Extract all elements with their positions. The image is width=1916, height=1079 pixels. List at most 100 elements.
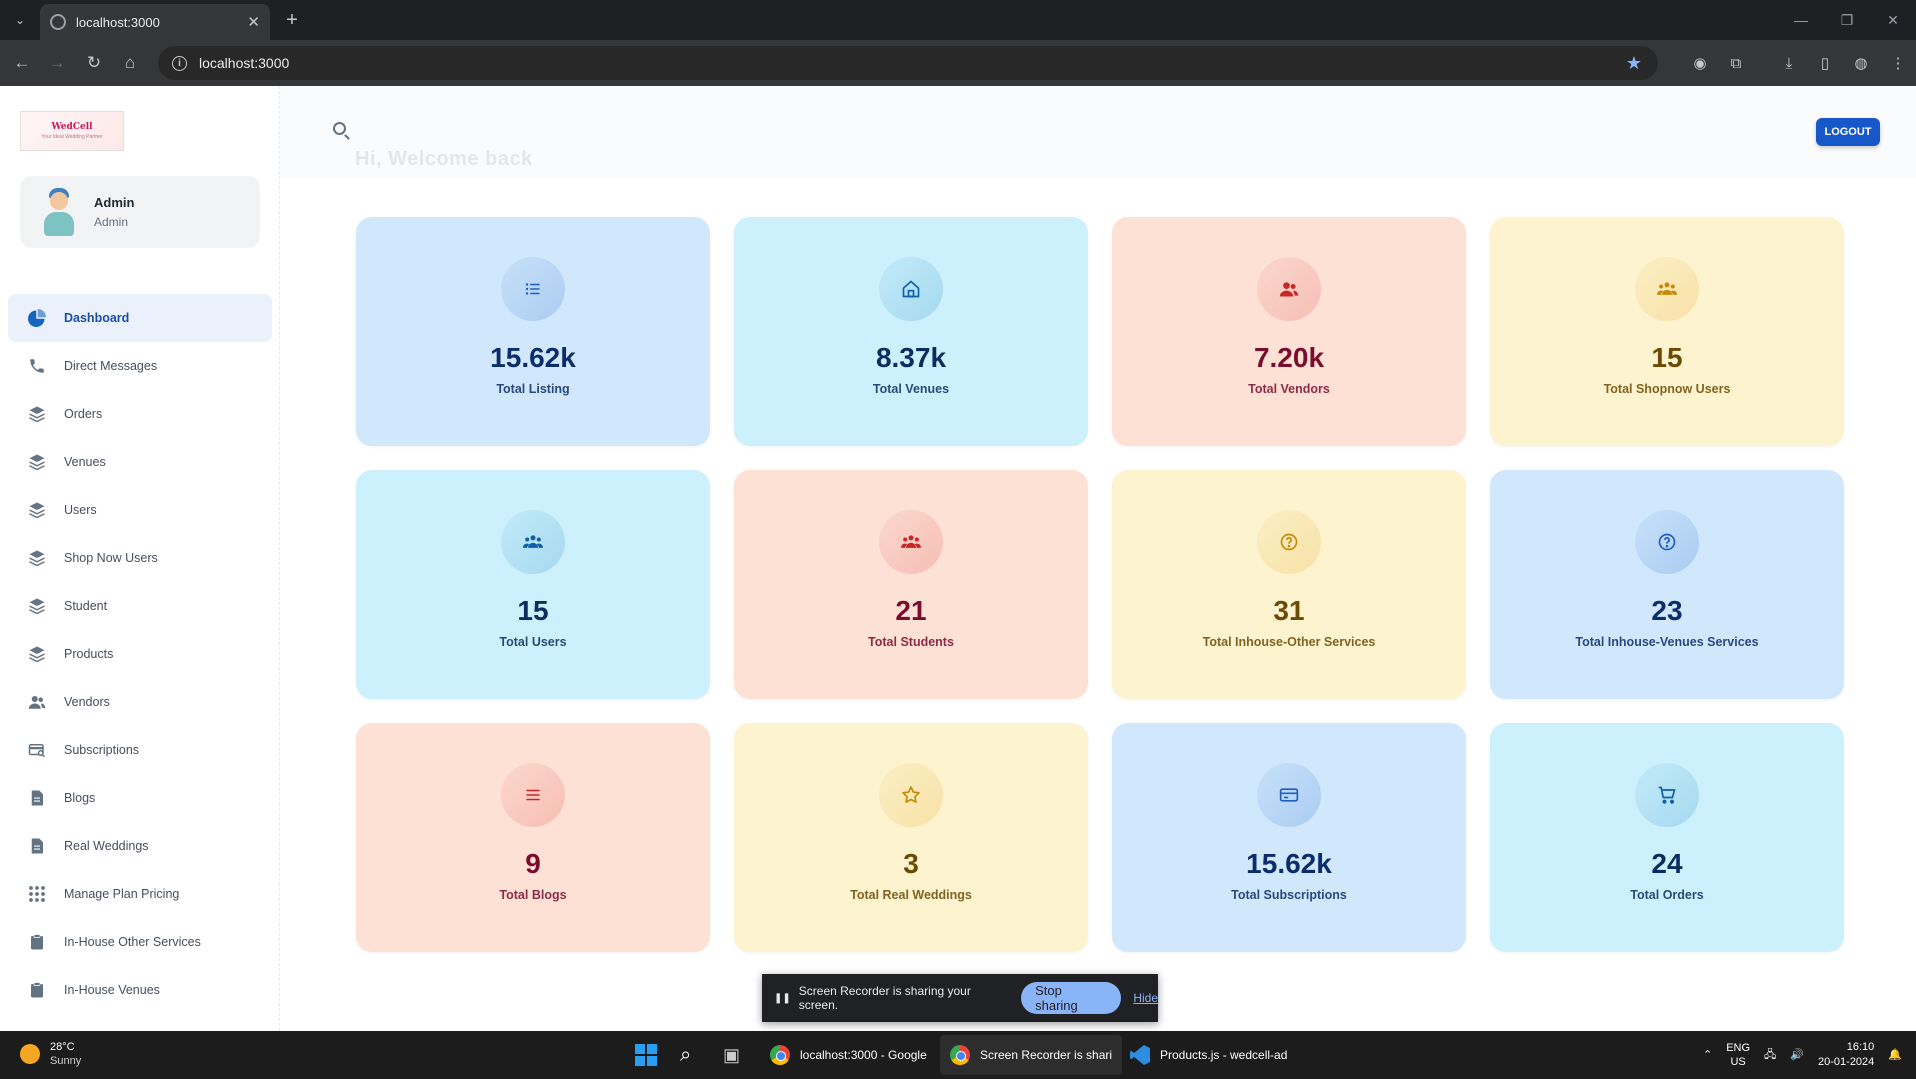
sidebar-item-label: Subscriptions: [64, 743, 140, 757]
window-controls: — ❐ ✕: [1778, 0, 1916, 40]
sidebar-item-users[interactable]: Users: [8, 486, 272, 534]
network-icon[interactable]: 🖧: [1764, 1048, 1776, 1062]
stop-sharing-button[interactable]: Stop sharing: [1021, 982, 1122, 1014]
sidebar-item-label: Dashboard: [64, 311, 130, 325]
sidebar-item-label: Blogs: [64, 791, 96, 805]
sidebar-item-label: Venues: [64, 455, 106, 469]
hide-link[interactable]: Hide: [1133, 991, 1158, 1005]
sidebar-item-label: Manage Plan Pricing: [64, 887, 180, 901]
stat-card-total-venues[interactable]: 8.37k Total Venues: [734, 217, 1088, 446]
question-icon: [1257, 510, 1321, 574]
restore-icon[interactable]: ❐: [1824, 0, 1870, 40]
stat-card-total-blogs[interactable]: 9 Total Blogs: [356, 723, 710, 952]
taskbar-search-icon[interactable]: ⌕: [680, 1039, 691, 1071]
taskbar-app-label: localhost:3000 - Google: [800, 1048, 927, 1062]
taskbar-app-chrome-localhost[interactable]: localhost:3000 - Google: [760, 1035, 937, 1075]
bookmark-star-icon[interactable]: ★: [1626, 53, 1642, 74]
tab-title: localhost:3000: [76, 14, 160, 30]
stat-label: Total Inhouse-Other Services: [1202, 635, 1376, 649]
side-panel-icon[interactable]: ▯: [1813, 51, 1837, 75]
back-arrow-icon[interactable]: ←: [10, 51, 34, 75]
stat-card-total-students[interactable]: 21 Total Students: [734, 470, 1088, 699]
address-bar[interactable]: i localhost:3000 ★: [158, 46, 1658, 80]
minimize-icon[interactable]: —: [1778, 0, 1824, 40]
kebab-menu-icon[interactable]: ⋮: [1886, 51, 1910, 75]
stat-card-total-vendors[interactable]: 7.20k Total Vendors: [1112, 217, 1466, 446]
stat-card-total-orders[interactable]: 24 Total Orders: [1490, 723, 1844, 952]
profile-avatar-icon[interactable]: ◍: [1849, 51, 1873, 75]
site-info-icon[interactable]: i: [172, 55, 187, 71]
sidebar-item-direct-messages[interactable]: Direct Messages: [8, 342, 272, 390]
sidebar-item-orders[interactable]: Orders: [8, 390, 272, 438]
sidebar-item-real-weddings[interactable]: Real Weddings: [8, 822, 272, 870]
stats-grid: 15.62k Total Listing 8.37k Total Venues …: [356, 217, 1844, 952]
tray-overflow-chevron-icon[interactable]: ⌃: [1703, 1048, 1712, 1062]
sidebar-item-student[interactable]: Student: [8, 582, 272, 630]
window-close-icon[interactable]: ✕: [1870, 0, 1916, 40]
forward-arrow-icon[interactable]: →: [45, 51, 69, 75]
start-button[interactable]: [635, 1039, 657, 1071]
sidebar-item-manage-plan-pricing[interactable]: Manage Plan Pricing: [8, 870, 272, 918]
sidebar-item-products[interactable]: Products: [8, 630, 272, 678]
stat-card-total-subscriptions[interactable]: 15.62k Total Subscriptions: [1112, 723, 1466, 952]
question-icon: [1635, 510, 1699, 574]
stat-card-total-users[interactable]: 15 Total Users: [356, 470, 710, 699]
home-icon[interactable]: ⌂: [118, 51, 142, 75]
sidebar-item-vendors[interactable]: Vendors: [8, 678, 272, 726]
tab-close-icon[interactable]: ✕: [247, 13, 260, 31]
stat-card-total-listing[interactable]: 15.62k Total Listing: [356, 217, 710, 446]
volume-icon[interactable]: 🔊: [1790, 1048, 1804, 1062]
sidebar-menu: Dashboard Direct Messages Orders Venues: [8, 294, 272, 1014]
home-icon: [879, 257, 943, 321]
sidebar-item-venues[interactable]: Venues: [8, 438, 272, 486]
download-icon[interactable]: ⤓: [1777, 51, 1801, 75]
stat-label: Total Subscriptions: [1231, 888, 1347, 902]
stat-value: 15.62k: [1246, 848, 1332, 879]
weather-widget[interactable]: 28°C Sunny: [20, 1041, 81, 1067]
tab-search-chevron-icon[interactable]: ⌄: [8, 8, 32, 32]
stat-card-total-shopnow-users[interactable]: 15 Total Shopnow Users: [1490, 217, 1844, 446]
sidebar-item-label: In-House Venues: [64, 983, 160, 997]
logo-text: WedCell: [51, 122, 93, 132]
search-icon[interactable]: [327, 116, 351, 140]
taskbar-app-vscode[interactable]: Products.js - wedcell-ad: [1120, 1035, 1297, 1075]
vscode-icon: [1130, 1045, 1150, 1065]
language-bottom: US: [1730, 1056, 1746, 1068]
list-icon: [501, 763, 565, 827]
extensions-icon[interactable]: ⧉: [1724, 51, 1748, 75]
sidebar-item-in-house-venues[interactable]: In-House Venues: [8, 966, 272, 1014]
clipboard-icon: [26, 931, 48, 953]
sidebar-item-in-house-other-services[interactable]: In-House Other Services: [8, 918, 272, 966]
browser-tab[interactable]: localhost:3000 ✕: [40, 4, 270, 40]
sidebar-item-subscriptions[interactable]: Subscriptions: [8, 726, 272, 774]
stat-card-total-inhouse-other-services[interactable]: 31 Total Inhouse-Other Services: [1112, 470, 1466, 699]
sidebar-item-dashboard[interactable]: Dashboard: [8, 294, 272, 342]
camera-icon[interactable]: ◉: [1688, 51, 1712, 75]
system-tray: ⌃ ENG US 🖧 🔊 16:10 20-01-2024 🔔: [1703, 1031, 1916, 1079]
grid-dots-icon: [26, 883, 48, 905]
new-tab-button[interactable]: +: [280, 8, 304, 32]
taskbar-app-chrome-recorder[interactable]: Screen Recorder is shari: [940, 1035, 1123, 1075]
stat-card-total-real-weddings[interactable]: 3 Total Real Weddings: [734, 723, 1088, 952]
sidebar-item-label: In-House Other Services: [64, 935, 201, 949]
group-icon: [879, 510, 943, 574]
taskbar-app-label: Screen Recorder is shari: [980, 1048, 1113, 1062]
notification-bell-icon[interactable]: 🔔: [1888, 1048, 1902, 1062]
people-icon: [26, 691, 48, 713]
globe-icon: [50, 14, 66, 30]
stat-label: Total Users: [499, 635, 567, 649]
system-clock[interactable]: 16:10 20-01-2024: [1818, 1040, 1874, 1070]
language-indicator[interactable]: ENG US: [1726, 1041, 1750, 1069]
sidebar-item-blogs[interactable]: Blogs: [8, 774, 272, 822]
layers-icon: [26, 643, 48, 665]
account-name: Admin: [94, 195, 135, 210]
stat-value: 15: [517, 595, 549, 626]
sidebar-item-shop-now-users[interactable]: Shop Now Users: [8, 534, 272, 582]
stat-card-total-inhouse-venues-services[interactable]: 23 Total Inhouse-Venues Services: [1490, 470, 1844, 699]
reload-icon[interactable]: ↻: [82, 51, 106, 75]
logout-button[interactable]: LOGOUT: [1816, 118, 1880, 146]
top-header: Hi, Welcome back LOGOUT: [280, 86, 1916, 178]
task-view-icon[interactable]: ▣: [723, 1039, 740, 1071]
brand-logo[interactable]: WedCell Your Ideal Wedding Partner: [20, 111, 124, 151]
main-content: Hi, Welcome back LOGOUT 15.62k Total Lis…: [280, 86, 1916, 1031]
